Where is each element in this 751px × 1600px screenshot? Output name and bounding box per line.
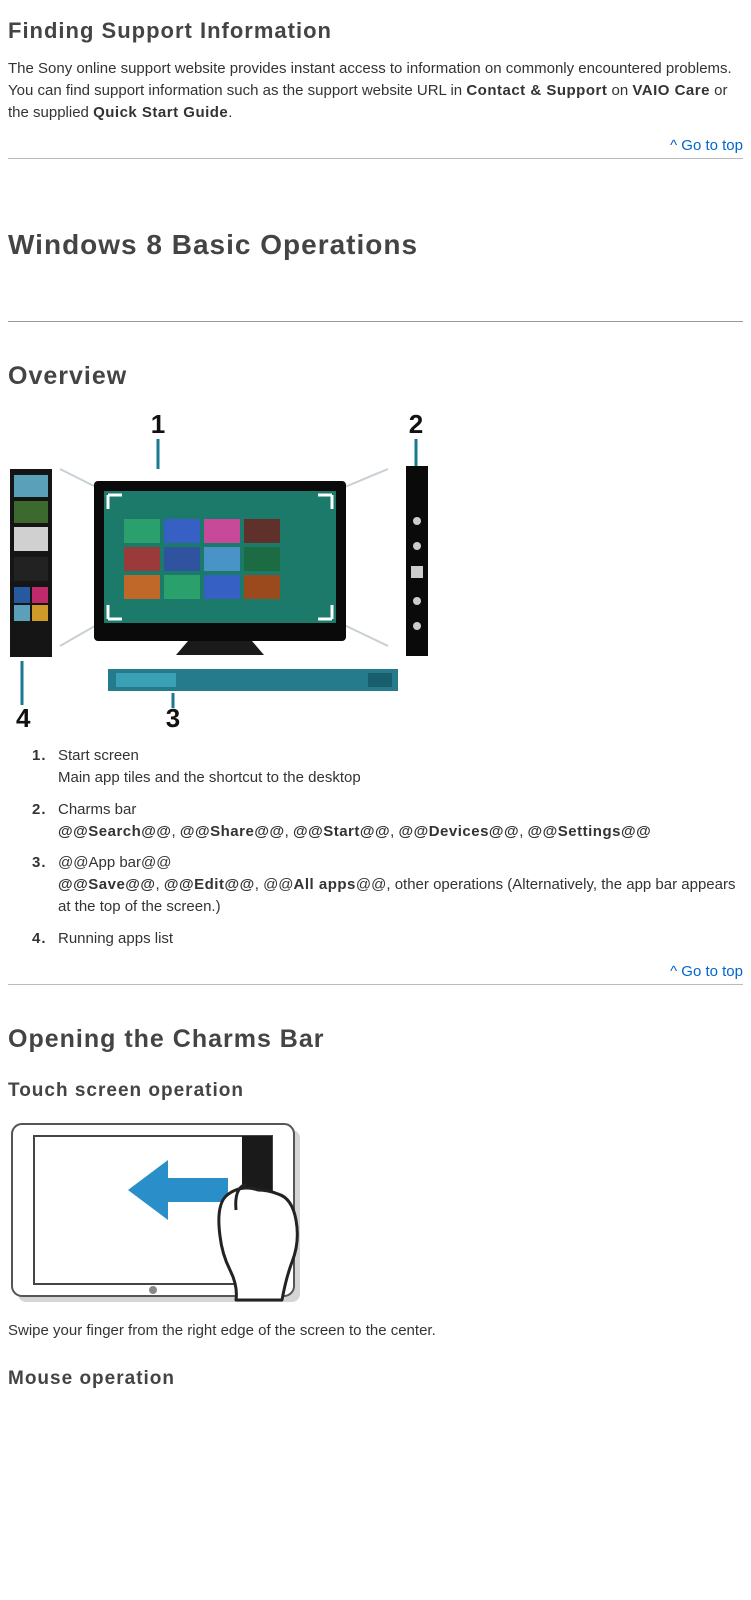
heading-mouse-operation: Mouse operation [8,1368,743,1390]
text-fragment: @@ [263,876,293,893]
callout-label-4: 4 [16,703,31,731]
callout-label-1: 1 [151,411,165,439]
divider [8,984,743,985]
appbar-edit: @@Edit@@ [164,876,255,893]
touch-swipe-text: Swipe your finger from the right edge of… [8,1320,743,1342]
heading-windows8-basic-operations: Windows 8 Basic Operations [8,229,743,261]
text-fragment: @@ [58,854,88,871]
heading-finding-support: Finding Support Information [8,18,743,44]
go-to-top-link[interactable]: ^ Go to top [8,963,743,980]
callout-label-2: 2 [409,411,423,439]
strong-contact-support: Contact & Support [466,82,607,99]
legend-number: 3. [32,852,47,874]
charm-start: @@Start@@ [293,823,390,840]
legend-number: 4. [32,928,47,950]
appbar-allapps: All apps [294,876,356,893]
overview-diagram: 1 2 4 3 [8,411,743,731]
heading-overview: Overview [8,362,743,391]
legend-title: Running apps list [58,930,173,947]
overview-diagram-svg: 1 2 4 3 [8,411,448,731]
legend-item-3: 3. @@App bar@@ @@Save@@, @@Edit@@, @@All… [32,852,743,917]
divider [8,158,743,159]
legend-number: 1. [32,745,47,767]
appbar-save: @@Save@@ [58,876,156,893]
touch-swipe-figure [8,1120,743,1310]
divider [8,321,743,322]
charm-devices: @@Devices@@ [398,823,519,840]
strong-vaio-care: VAIO Care [632,82,710,99]
charms-bar-graphic [406,466,428,656]
legend-item-4: 4. Running apps list [32,928,743,950]
charm-settings: @@Settings@@ [528,823,652,840]
text-fragment: . [228,104,232,121]
legend-number: 2. [32,799,47,821]
text-fragment: @@ [356,876,386,893]
strong-quick-start-guide: Quick Start Guide [93,104,228,121]
legend-item-1: 1. Start screen Main app tiles and the s… [32,745,743,789]
text-fragment: , other operations (Alternatively, the a… [58,876,735,915]
legend-item-2: 2. Charms bar @@Search@@, @@Share@@, @@S… [32,799,743,843]
legend-desc: Main app tiles and the shortcut to the d… [58,769,361,786]
legend-title: Start screen [58,747,139,764]
text-fragment: @@ [141,854,171,871]
overview-legend-list: 1. Start screen Main app tiles and the s… [8,745,743,949]
app-bar-label: App bar [88,854,141,871]
charm-share: @@Share@@ [180,823,285,840]
go-to-top-link[interactable]: ^ Go to top [8,137,743,154]
heading-opening-charms-bar: Opening the Charms Bar [8,1025,743,1054]
charm-search: @@Search@@ [58,823,172,840]
running-apps-panel-graphic [10,469,52,657]
legend-title: Charms bar [58,801,136,818]
text-fragment: on [607,82,632,99]
monitor-graphic [94,481,346,655]
heading-touch-operation: Touch screen operation [8,1080,743,1102]
touch-swipe-svg [8,1120,308,1310]
paragraph-support-info: The Sony online support website provides… [8,58,743,123]
